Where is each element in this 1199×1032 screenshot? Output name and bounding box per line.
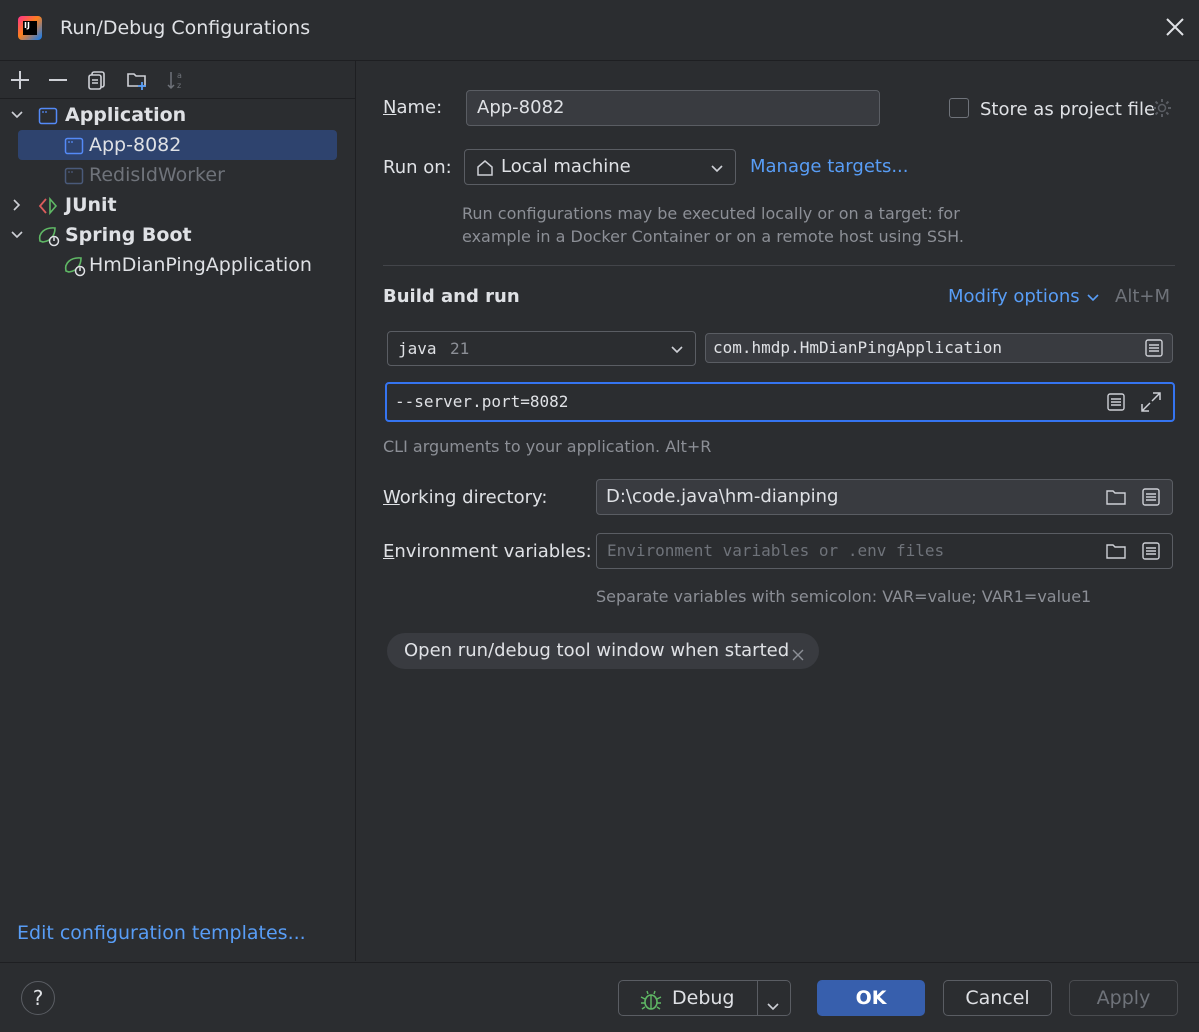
- new-folder-icon[interactable]: [124, 67, 150, 93]
- browse-list-icon[interactable]: [1141, 487, 1161, 512]
- cancel-button[interactable]: Cancel: [943, 980, 1052, 1016]
- name-input[interactable]: App-8082: [466, 90, 880, 126]
- add-icon[interactable]: [7, 67, 33, 93]
- tree-group-spring-boot[interactable]: Spring Boot: [0, 220, 355, 250]
- help-button[interactable]: ?: [21, 981, 55, 1015]
- tree-label-junit: JUnit: [65, 194, 117, 216]
- home-icon: [475, 158, 495, 183]
- cli-arguments-hint: CLI arguments to your application. Alt+R: [383, 437, 712, 456]
- copy-icon[interactable]: [84, 67, 110, 93]
- tree-label-spring-boot: Spring Boot: [65, 224, 192, 246]
- svg-text:z: z: [177, 81, 181, 90]
- modify-options-shortcut: Alt+M: [1115, 286, 1170, 307]
- close-chip-icon[interactable]: [792, 645, 804, 666]
- tree-item-redisidworker[interactable]: RedisIdWorker: [0, 160, 355, 190]
- spring-boot-icon: [63, 255, 86, 277]
- run-on-select[interactable]: Local machine: [464, 149, 736, 185]
- run-on-label: Run on:: [383, 157, 452, 178]
- tree-label-app-8082: App-8082: [89, 134, 182, 156]
- close-icon[interactable]: [1162, 16, 1188, 42]
- window-title: Run/Debug Configurations: [60, 17, 311, 39]
- store-as-project-file-label[interactable]: Store as project file: [980, 99, 1155, 120]
- configurations-sidebar: az Application App-8082 RedisIdWorker JU…: [0, 61, 356, 961]
- application-icon: [38, 105, 58, 125]
- name-label: Name:: [383, 97, 443, 118]
- tree-label-application: Application: [65, 104, 187, 126]
- program-arguments-input[interactable]: --server.port=8082: [385, 382, 1175, 422]
- open-tool-window-chip[interactable]: Open run/debug tool window when started: [387, 633, 819, 669]
- folder-icon[interactable]: [1105, 541, 1127, 565]
- modify-options-link[interactable]: Modify options: [948, 286, 1080, 307]
- remove-icon[interactable]: [45, 67, 71, 93]
- expand-list-icon[interactable]: [1106, 392, 1126, 416]
- run-on-hint-line2: example in a Docker Container or on a re…: [462, 227, 964, 246]
- chevron-down-icon[interactable]: [766, 991, 780, 1025]
- browse-list-icon[interactable]: [1141, 541, 1161, 565]
- run-on-hint-line1: Run configurations may be executed local…: [462, 204, 960, 223]
- edit-configuration-templates-link[interactable]: Edit configuration templates...: [17, 922, 306, 944]
- application-icon: [64, 165, 84, 185]
- jdk-select[interactable]: java 21: [387, 331, 696, 366]
- environment-variables-input[interactable]: Environment variables or .env files: [596, 533, 1173, 569]
- working-directory-input[interactable]: D:\code.java\hm-dianping: [596, 479, 1173, 515]
- folder-icon[interactable]: [1105, 487, 1127, 512]
- chevron-down-icon[interactable]: [1086, 289, 1100, 310]
- chevron-down-icon[interactable]: [9, 220, 25, 250]
- dialog-footer: ? Debug OK Cancel Apply: [0, 962, 1199, 1032]
- sort-alphabetically-icon[interactable]: az: [163, 67, 189, 93]
- apply-button[interactable]: Apply: [1069, 980, 1178, 1016]
- sidebar-toolbar: az: [0, 61, 355, 99]
- chevron-right-icon[interactable]: [9, 190, 25, 220]
- expand-icon[interactable]: [1139, 390, 1163, 418]
- chevron-down-icon: [710, 160, 724, 181]
- intellij-logo-icon: IJ: [18, 16, 42, 40]
- separator: [383, 265, 1175, 266]
- tree-group-application[interactable]: Application: [0, 100, 355, 130]
- main-class-input[interactable]: com.hmdp.HmDianPingApplication: [705, 333, 1173, 363]
- tree-item-app-8082[interactable]: App-8082: [0, 130, 355, 160]
- tree-label-redisidworker: RedisIdWorker: [89, 164, 225, 186]
- manage-targets-link[interactable]: Manage targets...: [750, 156, 909, 177]
- browse-list-icon[interactable]: [1144, 338, 1164, 362]
- ok-button[interactable]: OK: [817, 980, 925, 1016]
- tree-group-junit[interactable]: JUnit: [0, 190, 355, 220]
- working-directory-label: Working directory:: [383, 487, 548, 508]
- configuration-editor: Name: App-8082 Store as project file Run…: [356, 61, 1199, 961]
- debug-button[interactable]: Debug: [618, 980, 791, 1016]
- chevron-down-icon: [670, 342, 684, 361]
- environment-variables-hint: Separate variables with semicolon: VAR=v…: [596, 587, 1092, 606]
- gear-icon[interactable]: [1151, 97, 1173, 119]
- junit-icon: [38, 195, 58, 216]
- debug-bug-icon: [640, 988, 662, 1022]
- application-icon: [64, 135, 84, 155]
- svg-text:a: a: [177, 71, 182, 80]
- spring-boot-icon: [37, 225, 60, 247]
- tree-item-hmdianpingapplication[interactable]: HmDianPingApplication: [0, 250, 355, 280]
- chevron-down-icon[interactable]: [9, 100, 25, 130]
- title-bar: IJ Run/Debug Configurations: [0, 0, 1199, 61]
- build-and-run-heading: Build and run: [383, 286, 520, 307]
- store-as-project-file-checkbox[interactable]: [949, 98, 969, 118]
- tree-label-hmdianpingapplication: HmDianPingApplication: [89, 254, 312, 276]
- environment-variables-label: Environment variables:: [383, 541, 592, 562]
